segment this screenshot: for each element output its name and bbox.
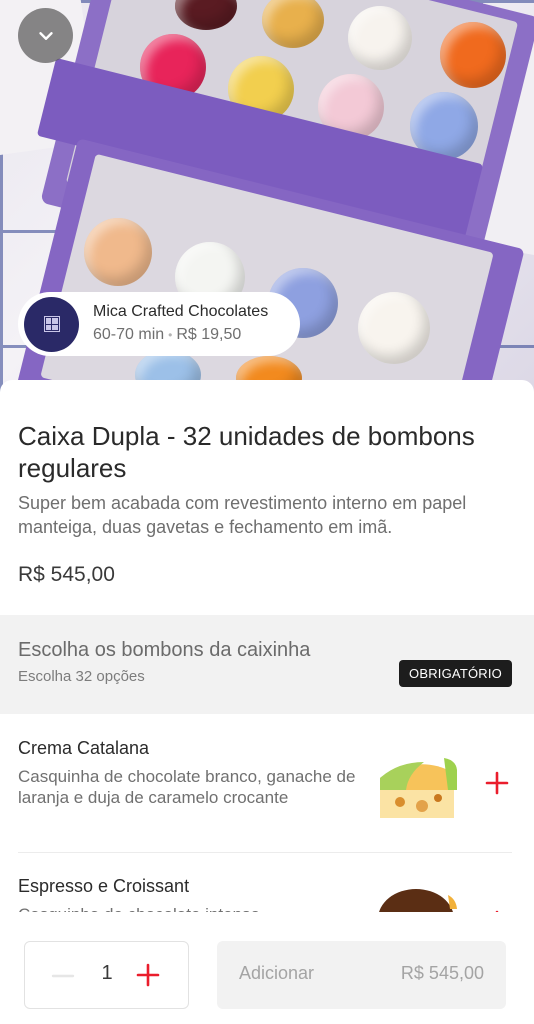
plus-icon [136, 963, 160, 987]
merchant-card[interactable]: Mica Crafted Chocolates 60-70 min • R$ 19,… [18, 292, 300, 356]
quantity-stepper: 1 [24, 941, 189, 1009]
collapse-button[interactable] [18, 8, 73, 63]
plus-icon [485, 771, 509, 795]
decrease-quantity-button[interactable] [51, 964, 75, 988]
bonbon [84, 218, 152, 286]
merchant-logo [24, 296, 79, 352]
increase-quantity-button[interactable] [135, 962, 161, 988]
bonbon [440, 22, 506, 88]
bonbon [348, 6, 412, 70]
delivery-time: 60-70 min [93, 326, 165, 343]
product-description: Super bem acabada com revestimento inter… [18, 493, 467, 537]
option-name: Espresso e Croissant [18, 876, 190, 896]
add-option-button[interactable] [484, 770, 510, 796]
product-title: Caixa Dupla - 32 unidades de bombons reg… [18, 421, 475, 483]
option-name: Crema Catalana [18, 738, 150, 758]
required-badge: OBRIGATÓRIO [399, 660, 512, 687]
product-hero-image: Mica Crafted Chocolates 60-70 min • R$ 19,… [0, 0, 534, 392]
quantity-value: 1 [101, 962, 113, 984]
options-section-header: Escolha os bombons da caixinha Escolha 3… [0, 615, 534, 714]
chevron-down-icon [38, 31, 53, 40]
delivery-fee: R$ 19,50 [176, 326, 242, 343]
option-image [378, 750, 458, 820]
option-item[interactable]: Espresso e Croissant Casquinha de chocol… [0, 853, 534, 912]
option-item[interactable]: Crema Catalana Casquinha de chocolate br… [0, 714, 534, 852]
merchant-meta: 60-70 min • R$ 19,50 [93, 324, 268, 346]
logo-mark-icon [43, 316, 60, 332]
meta-separator: • [168, 328, 173, 342]
product-price: R$ 545,00 [18, 563, 115, 586]
footer-bar: 1 Adicionar R$ 545,00 [0, 912, 534, 1024]
section-subtitle: Escolha 32 opções [18, 668, 145, 685]
merchant-name: Mica Crafted Chocolates [93, 303, 269, 320]
add-to-cart-button[interactable]: Adicionar R$ 545,00 [217, 941, 506, 1009]
add-button-label: Adicionar [239, 963, 315, 983]
option-description: Casquinha de chocolate branco, ganache d… [18, 767, 356, 807]
section-title: Escolha os bombons da caixinha [18, 639, 311, 661]
option-image [378, 889, 458, 912]
option-description: Casquinha de chocolate intenso [18, 904, 363, 912]
bonbon [358, 292, 430, 364]
add-button-price: R$ 545,00 [400, 963, 484, 983]
minus-icon [51, 974, 75, 978]
